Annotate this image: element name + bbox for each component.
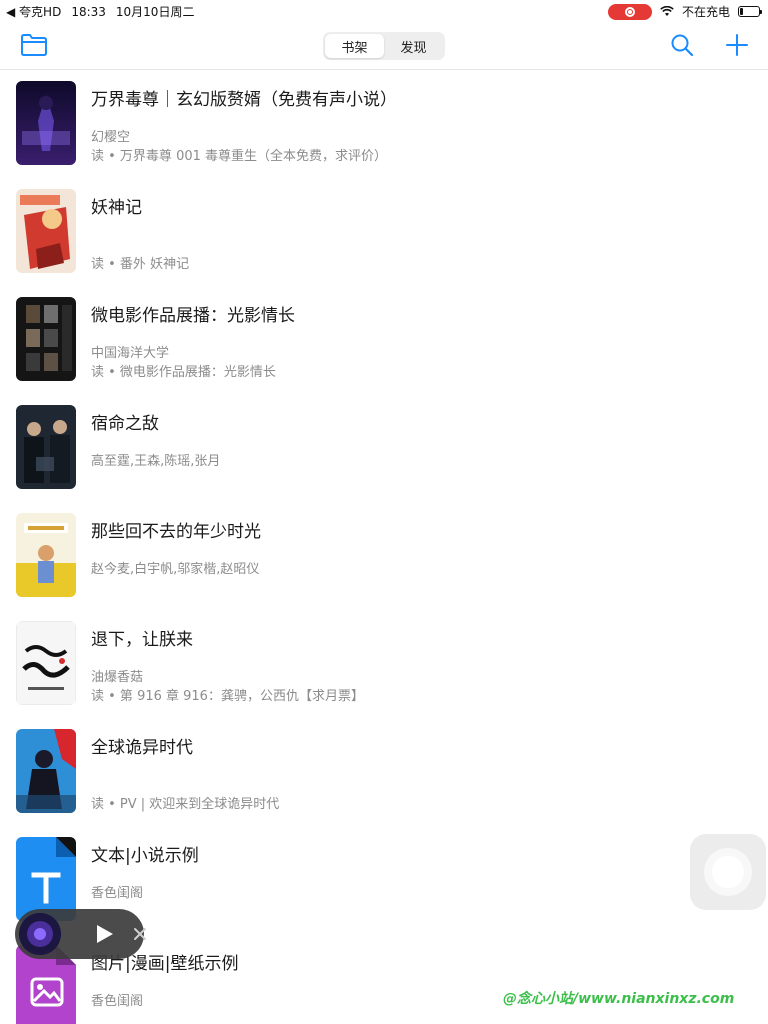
book-title: 退下，让朕来 bbox=[91, 630, 193, 650]
book-progress: 读 • 第 916 章 916：龚骋，公西仇【求月票】 bbox=[91, 689, 364, 704]
book-title: 文本|小说示例 bbox=[91, 846, 199, 866]
book-cover[interactable] bbox=[16, 729, 76, 813]
bookshelf-discover-switch[interactable]: 书架 发现 bbox=[323, 32, 445, 60]
book-row[interactable]: 那些回不去的年少时光 赵今麦,白宇帆,邬家楷,赵昭仪 bbox=[0, 503, 768, 611]
book-title: 微电影作品展播：光影情长 bbox=[91, 306, 295, 326]
book-author: 赵今麦,白宇帆,邬家楷,赵昭仪 bbox=[91, 562, 260, 577]
book-progress: 读 • 万界毒尊 001 毒尊重生（全本免费，求评价） bbox=[91, 149, 388, 164]
book-row[interactable]: 微电影作品展播：光影情长 中国海洋大学 读 • 微电影作品展播：光影情长 bbox=[0, 287, 768, 395]
assistive-touch-button[interactable] bbox=[690, 834, 766, 910]
book-row[interactable]: 退下，让朕来 油爆香菇 读 • 第 916 章 916：龚骋，公西仇【求月票】 bbox=[0, 611, 768, 719]
book-progress: 读 • 番外 妖神记 bbox=[91, 257, 190, 272]
book-progress: 读 • PV | 欢迎来到全球诡异时代 bbox=[91, 797, 280, 812]
status-bar: ◀ 夸克HD 18:33 10月10日周二 不在充电 bbox=[0, 0, 768, 22]
book-row[interactable]: 万界毒尊｜玄幻版赘婿（免费有声小说） 幻樱空 读 • 万界毒尊 001 毒尊重生… bbox=[0, 71, 768, 179]
book-title: 万界毒尊｜玄幻版赘婿（免费有声小说） bbox=[91, 90, 397, 110]
status-date: 10月10日周二 bbox=[115, 5, 195, 19]
book-title: 那些回不去的年少时光 bbox=[91, 522, 261, 542]
book-row[interactable]: 全球诡异时代 读 • PV | 欢迎来到全球诡异时代 bbox=[0, 719, 768, 827]
book-author: 香色闺阁 bbox=[91, 886, 144, 901]
battery-icon bbox=[738, 6, 762, 17]
book-row[interactable]: 宿命之敌 高至霆,王森,陈瑶,张月 bbox=[0, 395, 768, 503]
charging-status: 不在充电 bbox=[681, 5, 730, 19]
close-icon[interactable] bbox=[132, 926, 148, 942]
book-cover[interactable] bbox=[16, 513, 76, 597]
book-author: 香色闺阁 bbox=[91, 994, 144, 1009]
folder-icon[interactable] bbox=[20, 32, 48, 58]
screen-recording-indicator[interactable] bbox=[607, 3, 652, 20]
record-icon bbox=[624, 6, 635, 17]
wifi-icon bbox=[660, 6, 674, 16]
book-cover[interactable] bbox=[16, 189, 76, 273]
search-icon[interactable] bbox=[670, 33, 694, 57]
back-to-app-link[interactable]: ◀ 夸克HD bbox=[6, 3, 61, 20]
book-title: 全球诡异时代 bbox=[91, 738, 193, 758]
add-icon[interactable] bbox=[725, 33, 749, 57]
book-title: 妖神记 bbox=[91, 198, 142, 218]
now-playing-cover[interactable] bbox=[19, 913, 61, 955]
book-row[interactable]: 妖神记 读 • 番外 妖神记 bbox=[0, 179, 768, 287]
assistive-touch-icon bbox=[704, 848, 752, 896]
nav-bar: 书架 发现 bbox=[0, 22, 768, 70]
tab-discover[interactable]: 发现 bbox=[384, 34, 443, 58]
battery-level bbox=[740, 8, 743, 15]
book-title: 宿命之敌 bbox=[91, 414, 159, 434]
book-author: 中国海洋大学 bbox=[91, 346, 170, 361]
mini-player[interactable] bbox=[15, 909, 146, 959]
tab-bookshelf[interactable]: 书架 bbox=[325, 34, 384, 58]
play-icon[interactable] bbox=[93, 923, 115, 945]
book-author: 油爆香菇 bbox=[91, 670, 144, 685]
book-author: 幻樱空 bbox=[91, 130, 131, 145]
book-progress: 读 • 微电影作品展播：光影情长 bbox=[91, 365, 276, 380]
status-time: 18:33 bbox=[71, 4, 106, 19]
book-cover[interactable] bbox=[16, 621, 76, 705]
book-cover[interactable] bbox=[16, 81, 76, 165]
watermark: @念心小站/www.nianxinxz.com bbox=[503, 991, 735, 1007]
book-cover[interactable] bbox=[16, 405, 76, 489]
book-author: 高至霆,王森,陈瑶,张月 bbox=[91, 454, 221, 469]
book-cover[interactable] bbox=[16, 297, 76, 381]
bookshelf-list: 万界毒尊｜玄幻版赘婿（免费有声小说） 幻樱空 读 • 万界毒尊 001 毒尊重生… bbox=[0, 71, 768, 1024]
